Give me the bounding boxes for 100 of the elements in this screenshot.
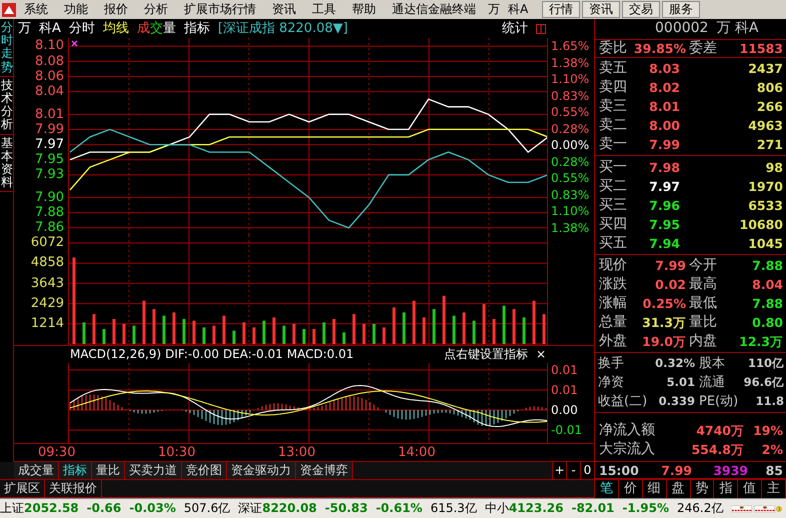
chart-mode-tab[interactable]: 均线 [102, 20, 129, 36]
flow-percent: 19% [752, 423, 784, 438]
order-label: 卖一 [599, 136, 628, 154]
top-tab[interactable]: 行情 [542, 1, 580, 18]
menu-item[interactable]: 扩展市场行情 [176, 2, 264, 17]
price-axis-label: 7.93 [35, 166, 64, 183]
volume-bar [172, 312, 176, 344]
quote-label: 量比 [689, 314, 718, 332]
volume-toggle[interactable]: 成交量 [136, 20, 176, 36]
menu-item[interactable]: 报价 [96, 2, 136, 17]
volume-bar [112, 319, 116, 344]
row-label: 委比 [599, 40, 628, 57]
quote-label: 涨跌 [599, 276, 628, 294]
chart-mode-tab[interactable]: 分时 [68, 20, 95, 36]
stat-label: 收益(二) [598, 394, 648, 410]
app-logo-icon[interactable] [2, 2, 16, 16]
volume-bar [532, 300, 536, 344]
volume-bar [132, 326, 136, 344]
close-button[interactable]: × [536, 347, 546, 362]
stock-name: 万 [487, 2, 501, 17]
indicator-tab[interactable]: 量比 [92, 462, 125, 479]
index-amount: 507.6亿 [184, 501, 230, 516]
menu-item[interactable]: 帮助 [344, 2, 384, 17]
stock-name: 科A [39, 20, 61, 36]
stat-label: 股本 [698, 356, 726, 372]
flow-value: 554.8万 [690, 442, 745, 458]
volume-bar [392, 307, 396, 344]
zoom-button[interactable]: 0 [580, 462, 594, 479]
percent-axis-label: 0.55% [551, 170, 590, 186]
price-axis-label: 7.99 [35, 121, 64, 138]
indicator-value: DEA:-0.01 [222, 347, 283, 362]
quote-label: 外盘 [599, 333, 628, 350]
zoom-button[interactable]: - [566, 462, 580, 479]
order-volume: 271 [756, 137, 784, 152]
menu-item[interactable]: 分析 [136, 2, 176, 17]
indicator-tab[interactable]: 资金博弈 [296, 462, 353, 479]
volume-bar [212, 326, 216, 344]
indicator-hint: 点右键设置指标 [444, 347, 528, 362]
indicator-tab[interactable]: 指标 [59, 462, 92, 479]
stock-name: 科A [507, 2, 530, 17]
price-axis-label: 7.90 [35, 190, 64, 206]
volume-bar [142, 300, 146, 344]
stats-button[interactable]: 统计 [502, 20, 528, 36]
volume-bar [312, 329, 316, 344]
indicator-tab[interactable]: 买卖力道 [125, 462, 182, 479]
volume-bar [452, 316, 456, 344]
volume-bar [122, 324, 126, 344]
top-tab[interactable]: 交易 [622, 1, 660, 18]
volume-bar [412, 300, 416, 344]
top-tab[interactable]: 资讯 [582, 1, 620, 18]
flow-label: 大宗流入 [599, 441, 656, 458]
extension-tab[interactable]: 扩展区 [0, 480, 45, 497]
quote-value: 31.3万 [641, 315, 687, 330]
quote-label: 总量 [599, 314, 628, 332]
menu-item[interactable]: 功能 [56, 2, 96, 17]
order-price: 7.94 [648, 236, 681, 252]
side-tab[interactable]: 技术分析 [0, 76, 14, 134]
volume-axis-label: 2429 [30, 296, 64, 312]
volume-bar [472, 320, 476, 344]
volume-bar [372, 324, 376, 344]
macd-axis-label: -0.01 [551, 422, 582, 438]
price-axis-label: 7.95 [35, 152, 64, 168]
volume-bar [422, 317, 426, 344]
extension-tab[interactable]: 关联报价 [45, 480, 102, 497]
order-label: 买五 [599, 235, 628, 252]
price-axis-label: 8.10 [35, 38, 64, 54]
panel-toggle-icon[interactable] [536, 24, 546, 34]
order-price: 7.96 [648, 198, 681, 213]
top-tab[interactable]: 服务 [662, 1, 700, 18]
indicator-toggle[interactable]: 指标 [184, 20, 210, 36]
menu-item[interactable]: 工具 [304, 2, 344, 17]
order-label: 买一 [599, 158, 628, 176]
order-price: 7.99 [648, 137, 681, 152]
stat-value: 0.32% [654, 356, 696, 371]
stat-value: 0.339 [658, 394, 696, 409]
volume-bar [502, 306, 506, 344]
volume-bar [522, 317, 526, 344]
menu-item[interactable]: 系统 [16, 2, 56, 17]
order-volume: 98 [764, 160, 784, 175]
zoom-button[interactable]: + [552, 462, 566, 479]
menu-item[interactable]: 资讯 [264, 2, 304, 17]
indicator-tab[interactable]: 成交量 [14, 462, 59, 479]
side-tab[interactable]: 分时走势 [0, 19, 14, 77]
indicator-tab[interactable]: 资金驱动力 [227, 462, 296, 479]
percent-axis-label: 0.28% [551, 154, 590, 170]
quote-value: 0.25% [642, 296, 687, 312]
percent-axis-label: 0.83% [551, 88, 590, 104]
app-title: 通达信金融终端 [391, 2, 477, 17]
indicator-tab[interactable]: 竞价图 [182, 462, 227, 479]
order-price: 8.02 [648, 80, 681, 95]
order-label: 卖二 [599, 117, 628, 134]
quote-value: 12.3万 [738, 334, 784, 350]
side-tab[interactable]: 基本资料 [0, 134, 14, 192]
index-amount: 246.2亿 [677, 501, 724, 516]
volume-bar [322, 322, 326, 344]
volume-bar [252, 327, 256, 344]
flow-value: 4740万 [695, 423, 745, 438]
order-price: 8.00 [648, 118, 681, 134]
stat-value: 5.01 [666, 376, 696, 390]
volume-axis-label: 6072 [30, 235, 64, 251]
